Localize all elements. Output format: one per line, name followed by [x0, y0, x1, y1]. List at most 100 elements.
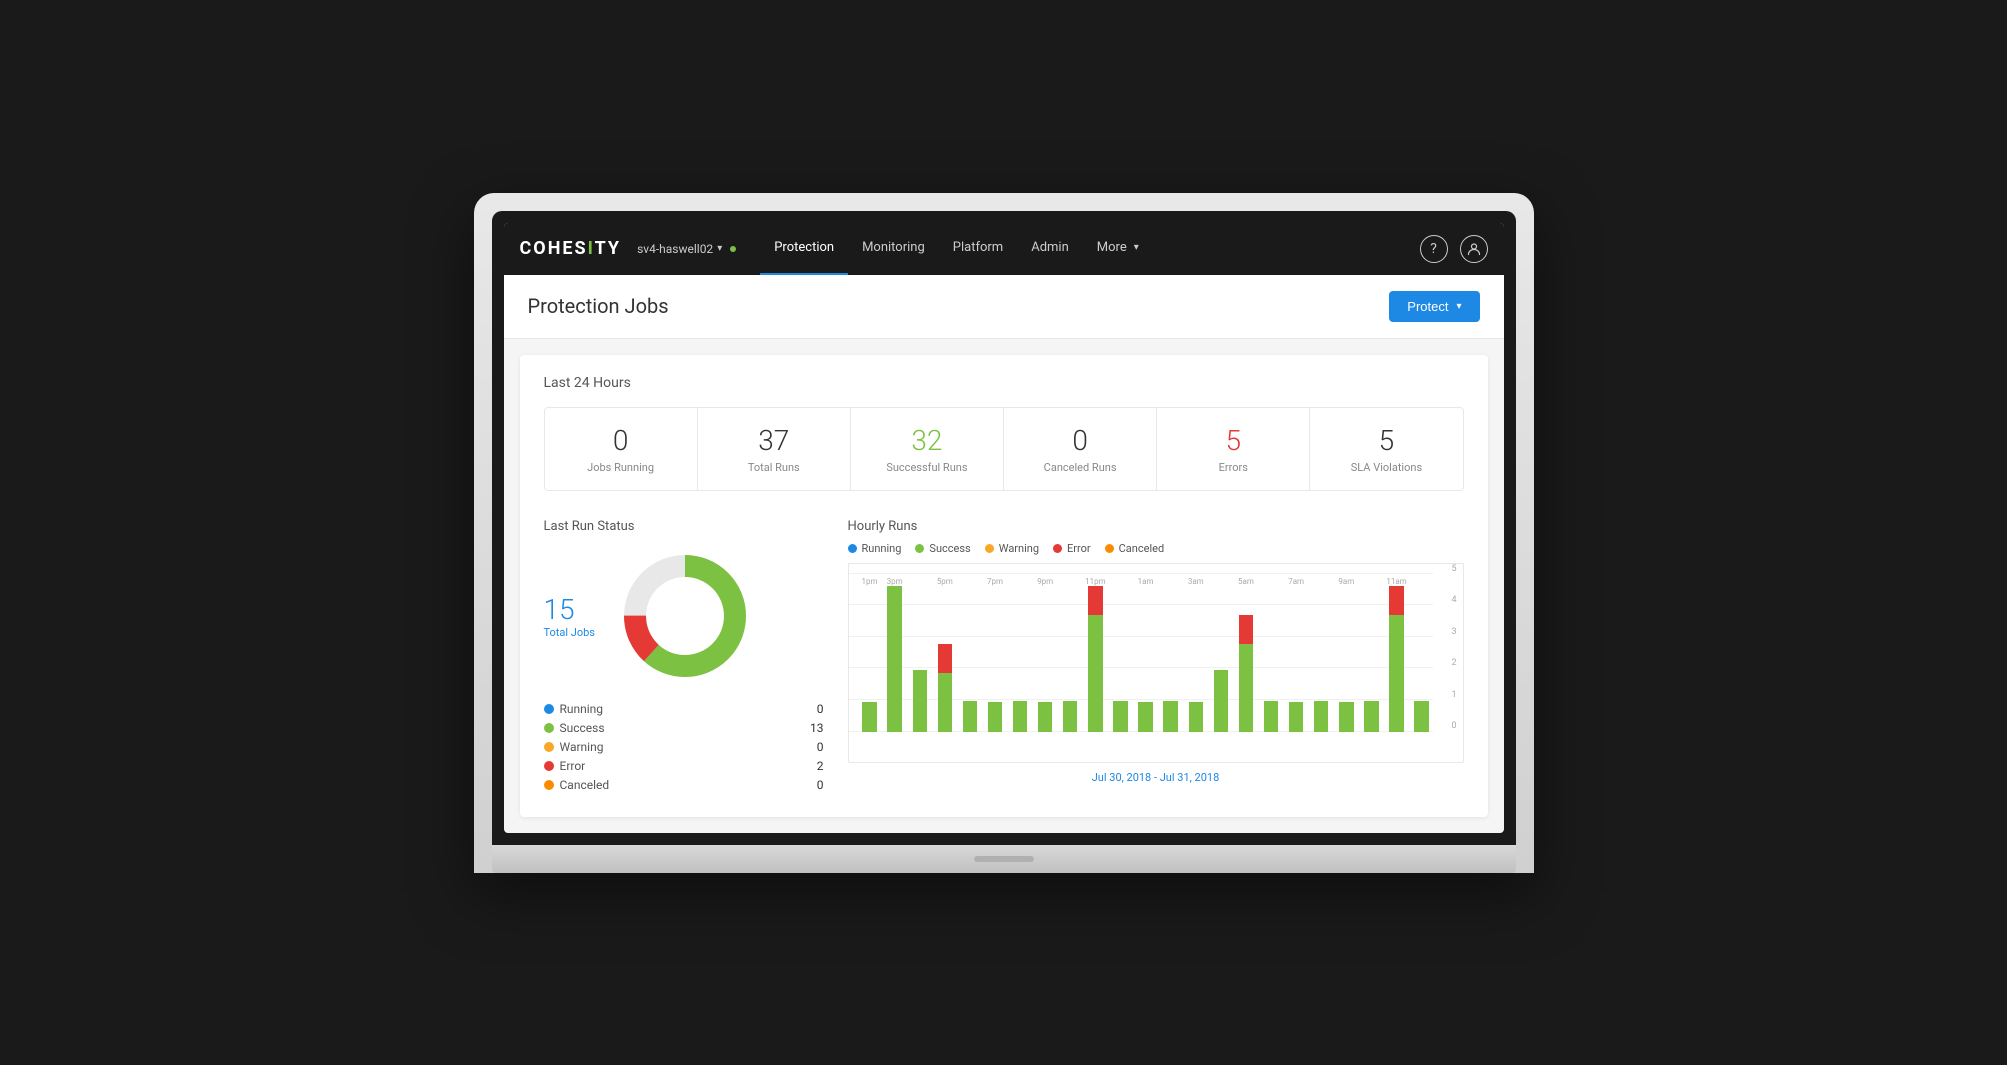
total-runs-value: 37	[710, 424, 838, 457]
page-header: Protection Jobs Protect ▾	[504, 275, 1504, 339]
bar-label-19: 9am	[1338, 577, 1354, 586]
stat-canceled-runs: 0 Canceled Runs	[1004, 408, 1157, 490]
bar-stack-2	[909, 577, 931, 732]
error-value: 2	[817, 759, 824, 773]
bar-stack-5	[984, 586, 1006, 732]
y-label-4: 4	[1451, 595, 1456, 605]
success-label: Success	[560, 721, 605, 735]
stats-row: 0 Jobs Running 37 Total Runs 32 Successf…	[544, 407, 1464, 491]
chevron-down-icon: ▾	[1134, 242, 1139, 253]
bar-group-14	[1210, 574, 1232, 732]
bar-group-16	[1260, 574, 1282, 732]
stat-jobs-running: 0 Jobs Running	[545, 408, 698, 490]
y-label-5: 5	[1451, 564, 1456, 574]
chart-error-label: Error	[1067, 542, 1091, 555]
chart-success-dot	[915, 544, 924, 553]
chart-warning-dot	[985, 544, 994, 553]
bar-success-12	[1163, 701, 1177, 732]
y-label-0: 0	[1451, 721, 1456, 731]
bar-group-8	[1059, 574, 1081, 732]
donut-center: 15 Total Jobs	[544, 593, 596, 639]
chart-running-dot	[848, 544, 857, 553]
bar-group-20	[1360, 574, 1382, 732]
nav-item-monitoring[interactable]: Monitoring	[848, 223, 939, 275]
y-label-3: 3	[1451, 627, 1456, 637]
screen: COHESITY sv4-haswell02 ▾ Protection Moni…	[504, 223, 1504, 833]
total-jobs-number: 15	[544, 593, 596, 626]
nav-item-platform[interactable]: Platform	[939, 223, 1017, 275]
bar-label-13: 3am	[1188, 577, 1204, 586]
running-label: Running	[560, 702, 604, 716]
chart-wrapper: 0 1 2 3 4 5 1pm3pm5pm7pm9pm11pm1am3am5am…	[848, 563, 1464, 763]
bar-stack-18	[1310, 577, 1332, 732]
success-dot	[544, 723, 554, 733]
canceled-runs-value: 0	[1016, 424, 1144, 457]
bar-success-22	[1414, 701, 1428, 732]
canceled-dot	[544, 780, 554, 790]
protect-button[interactable]: Protect ▾	[1389, 291, 1479, 322]
sla-violations-label: SLA Violations	[1322, 461, 1450, 474]
nav-item-more[interactable]: More ▾	[1083, 223, 1153, 275]
bar-group-17: 7am	[1285, 574, 1307, 732]
bar-stack-13	[1185, 586, 1207, 732]
bar-error-15	[1239, 615, 1253, 644]
stat-successful-runs: 32 Successful Runs	[851, 408, 1004, 490]
nav-right: ?	[1420, 235, 1488, 263]
last-run-title: Last Run Status	[544, 519, 824, 534]
user-icon[interactable]	[1460, 235, 1488, 263]
bar-stack-19	[1335, 586, 1357, 732]
jobs-running-label: Jobs Running	[557, 461, 685, 474]
bar-success-18	[1314, 701, 1328, 732]
bar-group-18	[1310, 574, 1332, 732]
bar-success-15	[1239, 644, 1253, 732]
help-icon[interactable]: ?	[1420, 235, 1448, 263]
bar-stack-0	[859, 586, 881, 732]
cluster-selector[interactable]: sv4-haswell02 ▾	[637, 242, 736, 256]
bar-stack-7	[1034, 586, 1056, 732]
hourly-runs-title: Hourly Runs	[848, 519, 1464, 534]
error-label: Error	[560, 759, 586, 773]
bar-group-21: 11am	[1385, 574, 1407, 732]
bar-group-22	[1411, 574, 1433, 732]
bar-group-9: 11pm	[1084, 574, 1106, 732]
nav-items: Protection Monitoring Platform Admin Mor…	[760, 223, 1419, 275]
bar-success-17	[1289, 702, 1303, 731]
chart-legend-error: Error	[1053, 542, 1091, 555]
sla-violations-value: 5	[1322, 424, 1450, 457]
errors-value: 5	[1169, 424, 1297, 457]
bar-label-21: 11am	[1386, 577, 1406, 586]
y-label-1: 1	[1451, 690, 1456, 700]
bar-success-13	[1189, 702, 1203, 731]
bar-success-11	[1138, 702, 1152, 731]
page-title: Protection Jobs	[528, 294, 669, 318]
last-run-status-section: Last Run Status 15 Total Jobs	[544, 519, 824, 797]
chart-legend: Running Success Warning	[848, 542, 1464, 555]
bar-label-17: 7am	[1288, 577, 1304, 586]
bar-stack-15	[1235, 586, 1257, 732]
bar-label-11: 1am	[1138, 577, 1154, 586]
warning-value: 0	[817, 740, 824, 754]
bar-group-6	[1009, 574, 1031, 732]
chart-y-axis: 0 1 2 3 4 5	[1451, 564, 1456, 732]
bar-label-15: 5am	[1238, 577, 1254, 586]
bar-group-5: 7pm	[984, 574, 1006, 732]
bar-stack-12	[1160, 577, 1182, 732]
bar-success-20	[1364, 701, 1378, 732]
bar-error-21	[1389, 586, 1403, 615]
nav-item-protection[interactable]: Protection	[760, 223, 848, 275]
bar-group-3: 5pm	[934, 574, 956, 732]
bar-stack-9	[1084, 586, 1106, 732]
chart-running-label: Running	[862, 542, 902, 555]
stat-sla-violations: 5 SLA Violations	[1310, 408, 1462, 490]
bar-group-19: 9am	[1335, 574, 1357, 732]
bottom-section: Last Run Status 15 Total Jobs	[544, 519, 1464, 797]
errors-label: Errors	[1169, 461, 1297, 474]
bar-stack-16	[1260, 577, 1282, 732]
bar-group-10	[1109, 574, 1131, 732]
nav-item-admin[interactable]: Admin	[1017, 223, 1083, 275]
laptop-frame: COHESITY sv4-haswell02 ▾ Protection Moni…	[474, 193, 1534, 873]
warning-dot	[544, 742, 554, 752]
chart-canceled-dot	[1105, 544, 1114, 553]
chart-success-label: Success	[929, 542, 970, 555]
bar-stack-3	[934, 586, 956, 732]
